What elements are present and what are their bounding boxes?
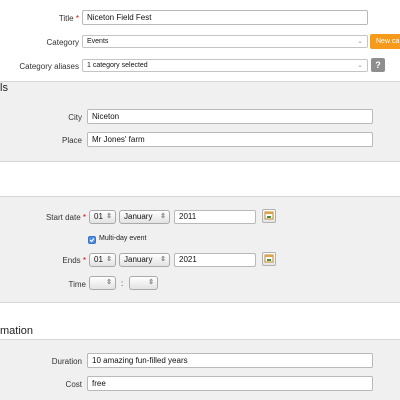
up-down-arrows-icon: ⇳ [160, 213, 166, 220]
city-input[interactable]: Niceton [87, 109, 373, 124]
multi-day-label: Multi-day event [99, 235, 147, 242]
start-month-select[interactable]: January ⇳ [119, 210, 170, 224]
new-category-button[interactable]: New ca [370, 34, 400, 49]
time-hour-select[interactable]: ⇳ [89, 276, 116, 290]
place-input[interactable]: Mr Jones' farm [87, 132, 373, 147]
up-down-arrows-icon: ⇳ [106, 256, 112, 263]
up-down-arrows-icon: ⇳ [106, 213, 112, 220]
city-label: City [68, 113, 82, 122]
category-aliases-label: Category aliases [19, 62, 79, 71]
required-marker: * [82, 256, 86, 265]
up-down-arrows-icon: ⇳ [160, 256, 166, 263]
location-section-heading: ls [0, 82, 8, 94]
category-select-value: Events [87, 38, 109, 45]
required-marker: * [75, 14, 79, 23]
time-separator: : [121, 279, 124, 288]
help-button[interactable]: ? [371, 58, 385, 72]
time-label: Time [68, 280, 86, 289]
calendar-icon[interactable] [262, 252, 276, 266]
start-day-select[interactable]: 01 ⇳ [89, 210, 116, 224]
category-label: Category [46, 38, 79, 47]
place-label: Place [61, 136, 82, 145]
duration-label: Duration [51, 357, 82, 366]
end-month-select[interactable]: January ⇳ [119, 253, 170, 267]
start-year-input[interactable]: 2011 [174, 210, 256, 224]
ends-label: Ends * [62, 256, 86, 265]
end-day-select[interactable]: 01 ⇳ [89, 253, 116, 267]
divider [0, 81, 400, 82]
end-month-value: January [124, 255, 153, 264]
time-minute-select[interactable]: ⇳ [129, 276, 158, 290]
calendar-icon[interactable] [262, 209, 276, 223]
up-down-arrows-icon: ⇳ [106, 279, 112, 286]
up-down-arrows-icon: ⇳ [148, 279, 154, 286]
category-aliases-value: 1 category selected [87, 62, 148, 69]
start-date-label: Start date * [45, 213, 86, 222]
information-section-heading: mation [0, 325, 34, 337]
location-section-header-bg [0, 81, 400, 97]
chevron-down-icon: ⌄ [357, 62, 363, 69]
cost-label: Cost [65, 380, 82, 389]
divider [0, 161, 400, 162]
duration-input[interactable]: 10 amazing fun-filled years [87, 353, 373, 368]
multi-day-checkbox[interactable] [88, 236, 96, 244]
title-input[interactable]: Niceton Field Fest [82, 10, 368, 25]
cost-input[interactable]: free [87, 376, 373, 391]
divider [0, 302, 400, 303]
location-section-body [0, 97, 400, 162]
checkmark-icon [89, 238, 95, 243]
title-label: Title * [58, 14, 79, 23]
end-year-input[interactable]: 2021 [174, 253, 256, 267]
category-aliases-select[interactable]: 1 category selected ⌄ [82, 59, 368, 72]
start-day-value: 01 [94, 212, 103, 221]
required-marker: * [82, 213, 86, 222]
category-select[interactable]: Events ⌄ [82, 35, 368, 48]
end-day-value: 01 [94, 255, 103, 264]
chevron-down-icon: ⌄ [357, 38, 363, 45]
information-section-body [0, 340, 400, 400]
start-month-value: January [124, 212, 153, 221]
